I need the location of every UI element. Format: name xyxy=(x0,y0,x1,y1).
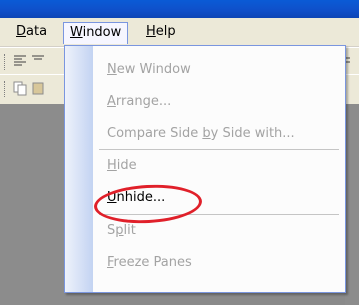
paste-icon[interactable] xyxy=(30,80,46,96)
menu-item-new-window[interactable]: New Window xyxy=(107,61,191,79)
menu-window[interactable]: Window xyxy=(63,22,129,44)
menu-item-arrange[interactable]: Arrange... xyxy=(107,93,171,111)
menu-separator xyxy=(99,149,339,150)
menu-item-compare-side-by-side[interactable]: Compare Side by Side with... xyxy=(107,125,295,143)
workspace-background-right xyxy=(345,104,359,305)
menu-icon-strip xyxy=(65,46,93,292)
align-center-icon[interactable] xyxy=(30,53,46,69)
menu-bar: Data Window Help xyxy=(0,18,359,47)
menu-item-split[interactable]: Split xyxy=(107,222,136,240)
title-bar xyxy=(0,0,359,18)
toolbar-grip[interactable] xyxy=(4,54,7,70)
copy-icon[interactable] xyxy=(12,80,28,96)
toolbar-overflow-icon[interactable] xyxy=(344,53,359,69)
menu-item-freeze-panes[interactable]: Freeze Panes xyxy=(107,254,192,272)
menu-help[interactable]: Help xyxy=(140,22,182,41)
toolbar-grip[interactable] xyxy=(4,81,7,97)
workspace-background xyxy=(0,104,70,305)
menu-item-hide[interactable]: Hide xyxy=(107,157,137,175)
align-left-icon[interactable] xyxy=(12,53,28,69)
menu-data[interactable]: Data xyxy=(10,22,53,41)
window-menu-dropdown: New Window Arrange... Compare Side by Si… xyxy=(64,45,346,293)
